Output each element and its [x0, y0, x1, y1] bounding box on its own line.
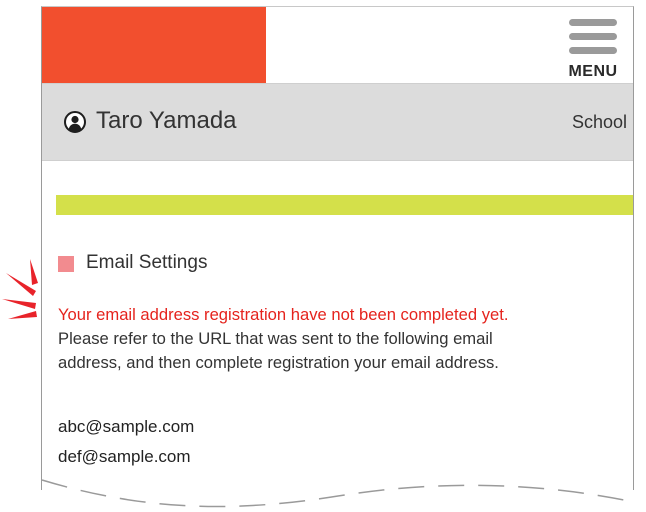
screenshot-stage: MENU Taro Yamada School Email Settings Y…	[0, 0, 646, 512]
site-header: MENU	[42, 7, 633, 83]
hamburger-menu-icon	[569, 19, 617, 26]
menu-button[interactable]: MENU	[563, 13, 623, 80]
instruction-line-2: address, and then complete registration …	[58, 353, 499, 372]
registration-message: Your email address registration have not…	[58, 303, 628, 375]
school-link[interactable]: School	[572, 112, 627, 133]
alert-mark-1	[30, 259, 38, 285]
email-address: abc@sample.com	[58, 417, 195, 436]
user-bar: Taro Yamada School	[42, 83, 633, 161]
hamburger-menu-icon-bar	[569, 47, 617, 54]
progress-bar	[56, 195, 633, 215]
alert-mark-4	[8, 311, 37, 319]
hamburger-menu-icon-bar	[569, 33, 617, 40]
user-name: Taro Yamada	[96, 107, 237, 134]
mobile-screen: MENU Taro Yamada School Email Settings Y…	[41, 6, 634, 490]
brand-logo-block[interactable]	[42, 7, 266, 83]
instruction-line-1: Please refer to the URL that was sent to…	[58, 329, 493, 348]
registration-warning: Your email address registration have not…	[58, 305, 509, 324]
user-circle-icon	[64, 111, 86, 133]
torn-edge-divider	[41, 479, 635, 508]
email-address: def@sample.com	[58, 447, 191, 466]
section-title: Email Settings	[86, 252, 208, 273]
alert-burst-icon	[2, 259, 38, 319]
email-address-list: abc@sample.com def@sample.com	[58, 412, 194, 472]
menu-label: MENU	[568, 63, 618, 80]
alert-mark-3	[2, 299, 36, 309]
section-marker-square	[58, 256, 74, 272]
